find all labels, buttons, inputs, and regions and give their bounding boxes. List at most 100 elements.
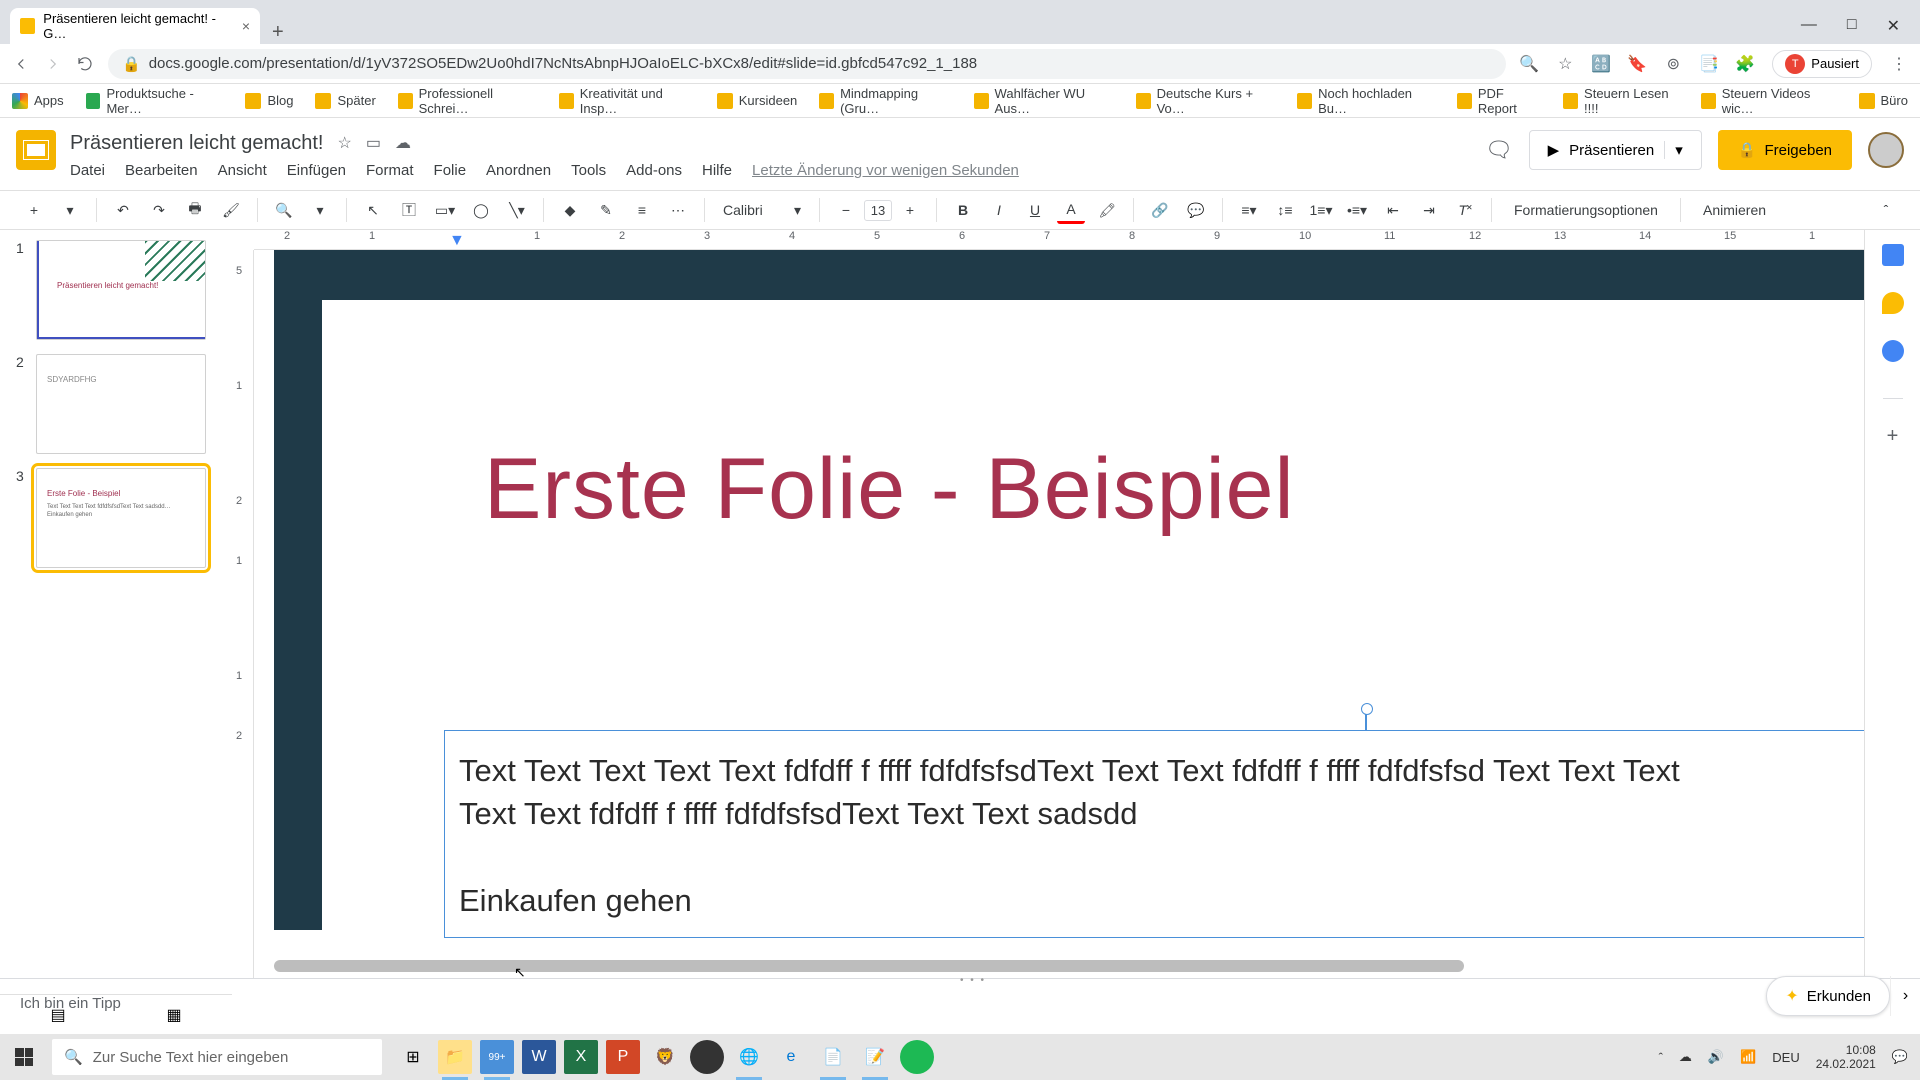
notepad-icon[interactable]: 📝 — [858, 1040, 892, 1074]
body-text-line[interactable] — [459, 836, 1864, 879]
image-tool-icon[interactable]: ▭▾ — [431, 196, 459, 224]
border-dash-icon[interactable]: ⋯ — [664, 196, 692, 224]
indent-increase-icon[interactable]: ⇥ — [1415, 196, 1443, 224]
menu-edit[interactable]: Bearbeiten — [125, 162, 198, 179]
increase-font-icon[interactable]: + — [896, 196, 924, 224]
slide[interactable]: Erste Folie - Beispiel Text Text Text Te… — [274, 250, 1864, 930]
menu-slide[interactable]: Folie — [434, 162, 467, 179]
slide-thumbnail[interactable]: Erste Folie - Beispiel Text Text Text Te… — [36, 468, 206, 568]
zoom-tool-icon[interactable]: 🔍 — [270, 196, 298, 224]
keyboard-lang[interactable]: DEU — [1772, 1050, 1799, 1065]
clear-format-icon[interactable]: T˟ — [1451, 196, 1479, 224]
window-maximize-icon[interactable]: □ — [1847, 16, 1857, 36]
slide-body-textbox[interactable]: Text Text Text Text Text fdfdff f ffff f… — [444, 730, 1864, 938]
wifi-icon[interactable]: 📶 — [1740, 1049, 1756, 1065]
font-size-input[interactable]: 13 — [864, 200, 892, 221]
volume-icon[interactable]: 🔊 — [1708, 1049, 1724, 1065]
redo-icon[interactable]: ↷ — [145, 196, 173, 224]
account-avatar[interactable] — [1868, 132, 1904, 168]
reader-icon[interactable]: 📄 — [816, 1040, 850, 1074]
slide-thumbnail[interactable]: Präsentieren leicht gemacht! — [36, 240, 206, 340]
back-icon[interactable] — [12, 55, 30, 73]
clock[interactable]: 10:08 24.02.2021 — [1816, 1043, 1876, 1072]
menu-help[interactable]: Hilfe — [702, 162, 732, 179]
menu-view[interactable]: Ansicht — [218, 162, 267, 179]
shape-tool-icon[interactable]: ◯ — [467, 196, 495, 224]
line-tool-icon[interactable]: ╲▾ — [503, 196, 531, 224]
close-tab-icon[interactable]: × — [242, 18, 250, 34]
select-tool-icon[interactable]: ↖ — [359, 196, 387, 224]
bold-icon[interactable]: B — [949, 196, 977, 224]
present-button[interactable]: ▶ Präsentieren ▾ — [1529, 130, 1702, 170]
url-input[interactable]: 🔒 docs.google.com/presentation/d/1yV372S… — [108, 49, 1506, 79]
chrome-icon[interactable]: 🌐 — [732, 1040, 766, 1074]
filmstrip-view-icon[interactable]: ▤ — [50, 1005, 65, 1025]
start-button[interactable] — [0, 1034, 48, 1080]
notifications-icon[interactable]: 💬 — [1892, 1049, 1908, 1065]
apps-shortcut[interactable]: Apps — [12, 93, 64, 109]
speaker-notes[interactable]: Ich bin ein Tipp — [0, 979, 1920, 1035]
body-text-line[interactable]: Text Text fdfdff f ffff fdfdfsfsdText Te… — [459, 792, 1864, 835]
move-doc-icon[interactable]: ▭ — [366, 133, 381, 153]
undo-icon[interactable]: ↶ — [109, 196, 137, 224]
explorer-icon[interactable]: 📁 — [438, 1040, 472, 1074]
horizontal-scrollbar[interactable] — [274, 960, 1464, 972]
animate-button[interactable]: Animieren — [1693, 202, 1776, 218]
puzzle-icon[interactable]: 🧩 — [1736, 55, 1754, 73]
obs-icon[interactable] — [690, 1040, 724, 1074]
forward-icon[interactable] — [44, 55, 62, 73]
add-addon-icon[interactable]: + — [1882, 425, 1904, 447]
bookmark-item[interactable]: Professionell Schrei… — [398, 86, 537, 116]
powerpoint-icon[interactable]: P — [606, 1040, 640, 1074]
keep-icon[interactable] — [1882, 292, 1904, 314]
bookmark-item[interactable]: Wahlfächer WU Aus… — [974, 86, 1114, 116]
link-icon[interactable]: 🔗 — [1146, 196, 1174, 224]
bookmark-item[interactable]: Produktsuche - Mer… — [86, 86, 224, 116]
numbered-list-icon[interactable]: 1≡▾ — [1307, 196, 1335, 224]
menu-addons[interactable]: Add-ons — [626, 162, 682, 179]
slide-thumbnail[interactable]: SDYARDFHG — [36, 354, 206, 454]
cast-icon[interactable]: ⊚ — [1664, 55, 1682, 73]
tray-expand-icon[interactable]: ˆ — [1659, 1050, 1663, 1065]
tag-icon[interactable]: 🔖 — [1628, 55, 1646, 73]
calendar-icon[interactable] — [1882, 244, 1904, 266]
spotify-icon[interactable] — [900, 1040, 934, 1074]
cloud-status-icon[interactable]: ☁ — [395, 133, 411, 153]
word-icon[interactable]: W — [522, 1040, 556, 1074]
menu-arrange[interactable]: Anordnen — [486, 162, 551, 179]
zoom-dropdown[interactable]: ▾ — [306, 196, 334, 224]
fill-color-icon[interactable]: ◆ — [556, 196, 584, 224]
slides-logo-icon[interactable] — [16, 130, 56, 170]
translate-icon[interactable]: 🔠 — [1592, 55, 1610, 73]
border-weight-icon[interactable]: ≡ — [628, 196, 656, 224]
font-family-select[interactable]: Calibri▾ — [717, 202, 807, 219]
last-change-link[interactable]: Letzte Änderung vor wenigen Sekunden — [752, 162, 1019, 179]
share-button[interactable]: 🔒 Freigeben — [1718, 130, 1852, 170]
italic-icon[interactable]: I — [985, 196, 1013, 224]
extension-icon[interactable]: 📑 — [1700, 55, 1718, 73]
onedrive-icon[interactable]: ☁ — [1679, 1049, 1692, 1065]
bookmark-item[interactable]: Kreativität und Insp… — [559, 86, 695, 116]
star-icon[interactable]: ☆ — [1556, 55, 1574, 73]
bookmark-item[interactable]: Mindmapping (Gru… — [819, 86, 951, 116]
slide-title-text[interactable]: Erste Folie - Beispiel — [484, 440, 1295, 539]
comment-history-icon[interactable]: 🗨 — [1485, 137, 1513, 163]
bookmark-item[interactable]: Kursideen — [717, 93, 798, 109]
reload-icon[interactable] — [76, 55, 94, 73]
window-minimize-icon[interactable]: — — [1801, 16, 1817, 36]
edge-icon[interactable]: e — [774, 1040, 808, 1074]
document-title[interactable]: Präsentieren leicht gemacht! — [70, 132, 323, 155]
bookmark-item[interactable]: Büro — [1859, 93, 1908, 109]
explore-button[interactable]: ✦ Erkunden — [1766, 976, 1890, 1016]
slide-viewport[interactable]: Erste Folie - Beispiel Text Text Text Te… — [254, 250, 1864, 978]
border-color-icon[interactable]: ✎ — [592, 196, 620, 224]
menu-tools[interactable]: Tools — [571, 162, 606, 179]
excel-icon[interactable]: X — [564, 1040, 598, 1074]
paint-format-icon[interactable]: 🖌 — [217, 196, 245, 224]
mail-icon[interactable]: 99+ — [480, 1040, 514, 1074]
taskbar-search[interactable]: 🔍 Zur Suche Text hier eingeben — [52, 1039, 382, 1075]
menu-file[interactable]: Datei — [70, 162, 105, 179]
speaker-notes-divider[interactable]: • • • — [0, 978, 1920, 979]
side-panel-toggle-icon[interactable]: › — [1890, 976, 1920, 1016]
highlight-icon[interactable]: 🖍 — [1093, 196, 1121, 224]
